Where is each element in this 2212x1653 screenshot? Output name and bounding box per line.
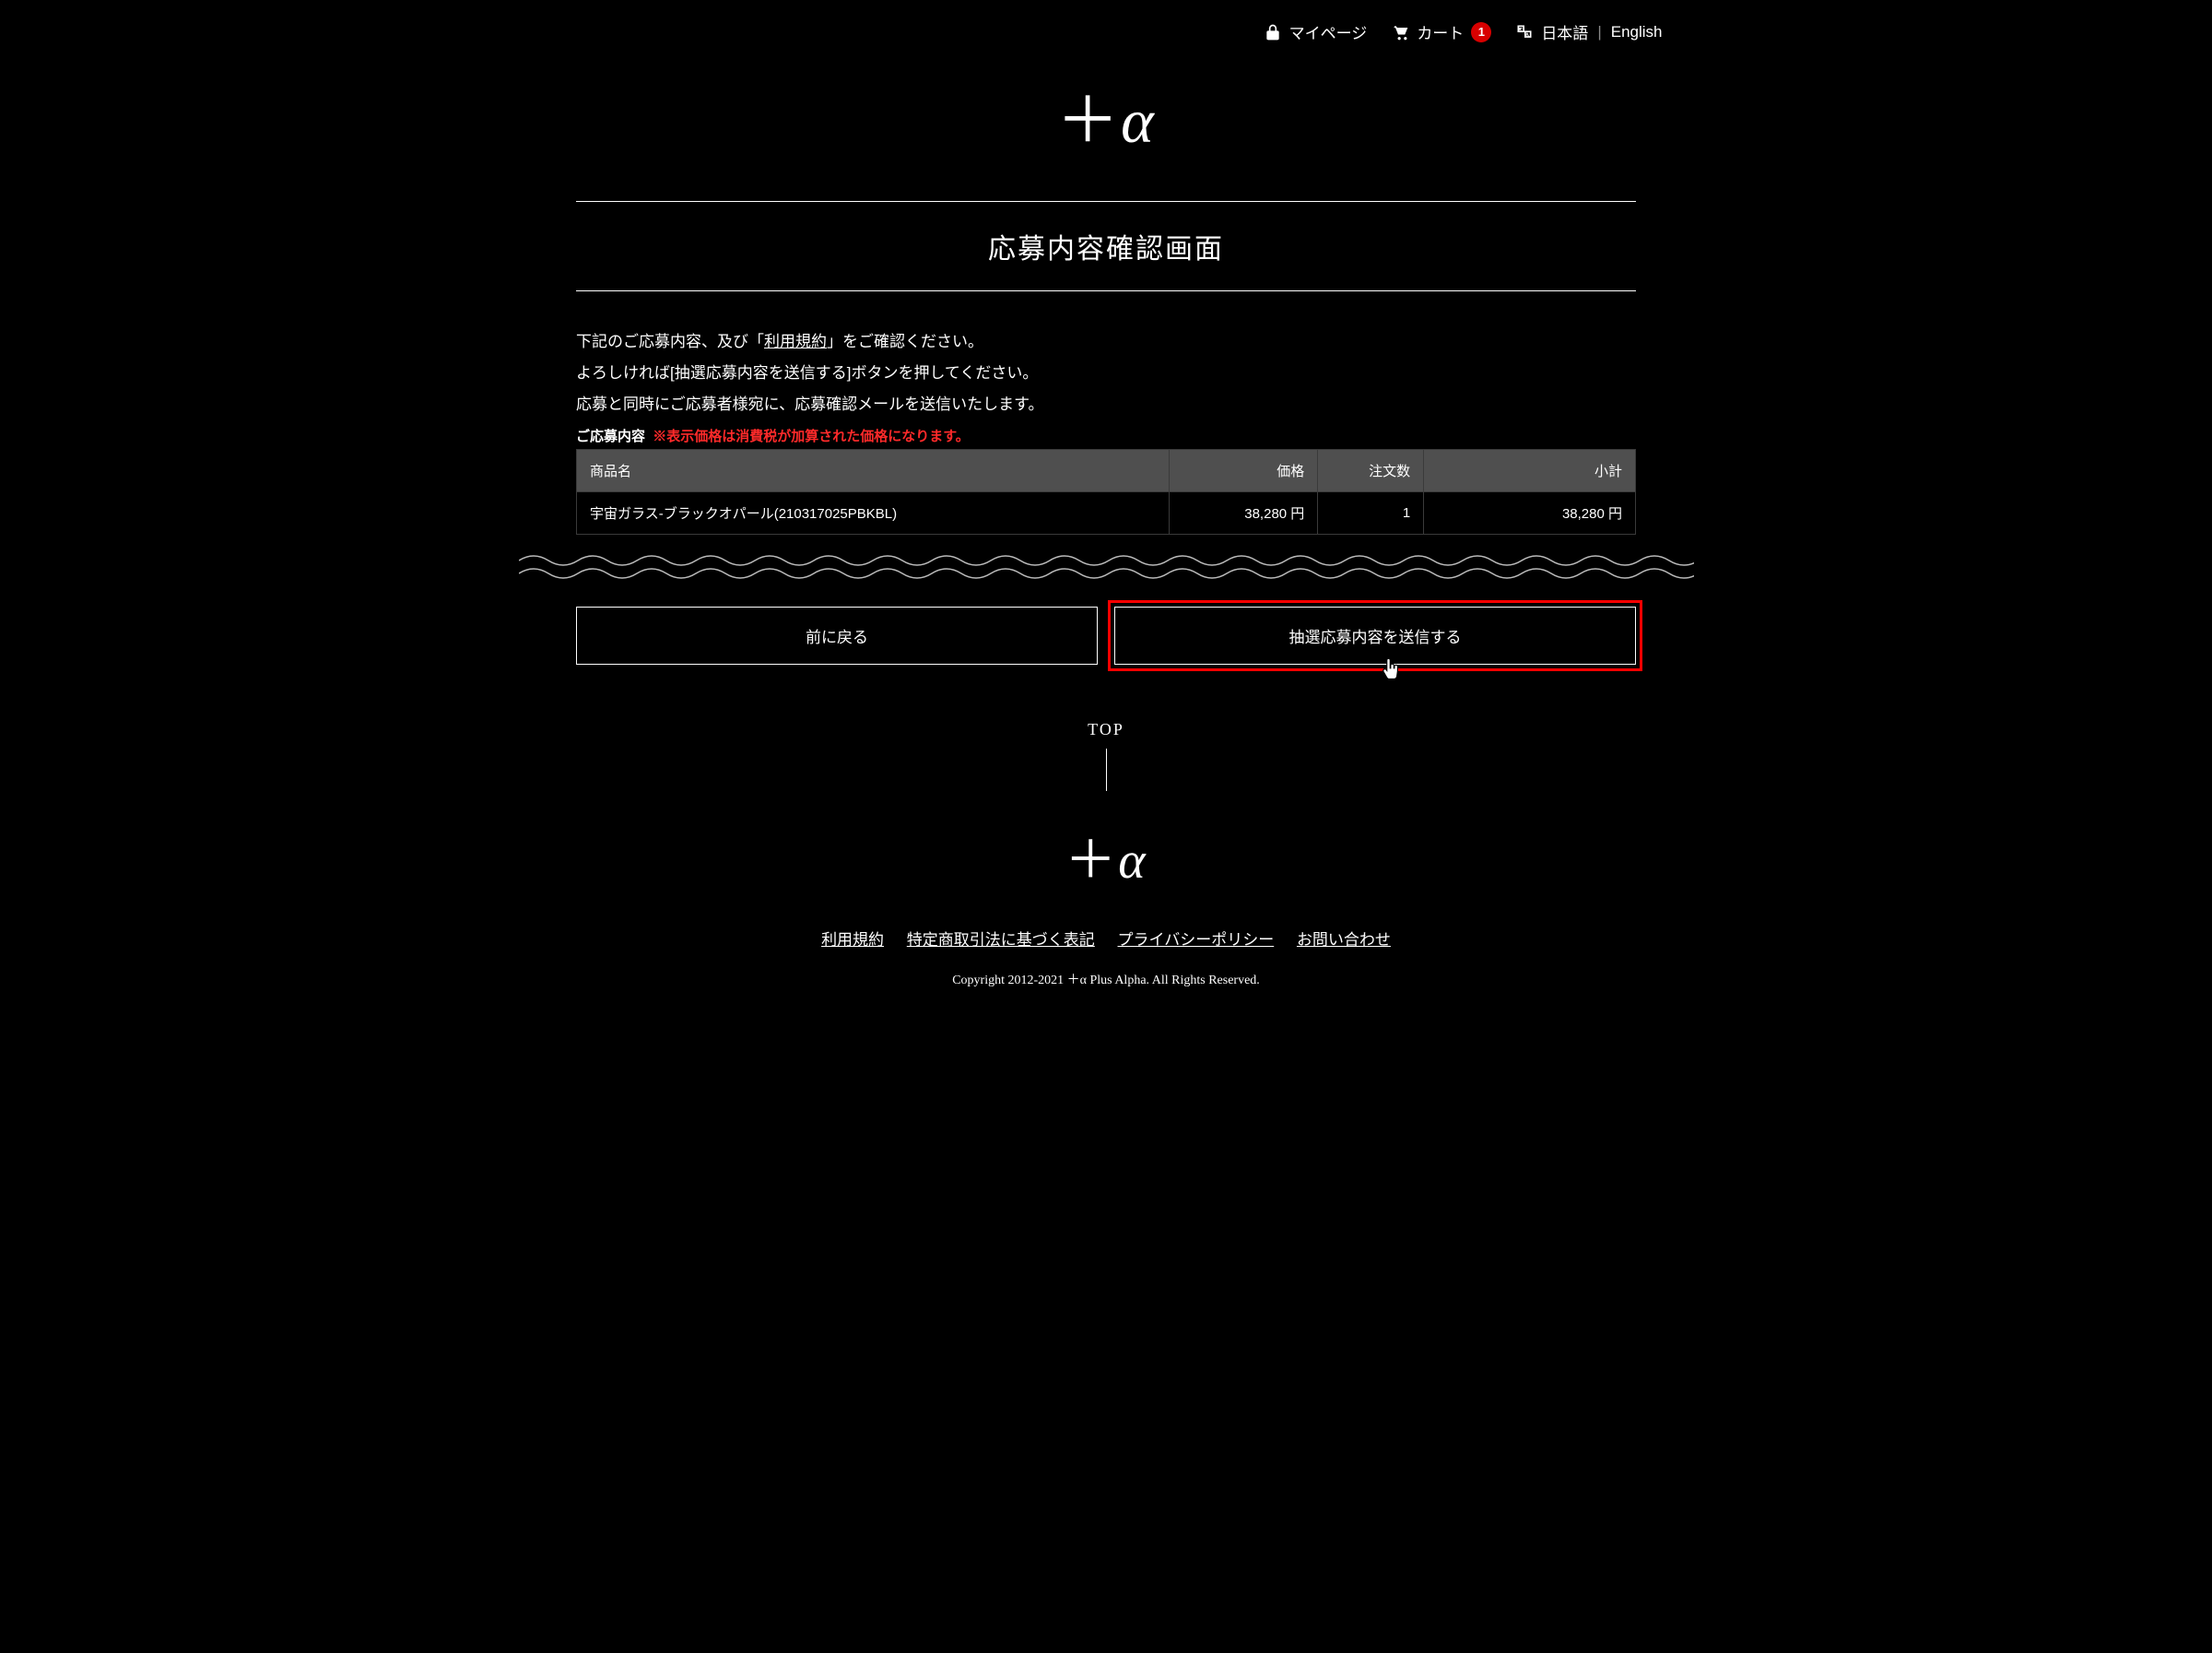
lock-icon	[1264, 23, 1282, 41]
lang-separator: |	[1597, 23, 1601, 41]
td-name: 宇宙ガラス-ブラックオパール(210317025PBKBL)	[577, 492, 1170, 535]
instruction-line-1: 下記のご応募内容、及び「利用規約」をご確認ください。	[576, 326, 1636, 358]
translate-icon	[1515, 23, 1534, 41]
header-logo-wrap: ＋α	[519, 69, 1694, 160]
terms-link-inline[interactable]: 利用規約	[764, 333, 827, 350]
instruction-line-2: よろしければ[抽選応募内容を送信する]ボタンを押してください。	[576, 358, 1636, 389]
td-price: 38,280 円	[1170, 492, 1318, 535]
footer-logo[interactable]: ＋α	[519, 819, 1694, 893]
cart-label: カート	[1417, 20, 1464, 43]
footer-vline	[1106, 749, 1107, 791]
language-switcher: 日本語 | English	[1515, 20, 1662, 43]
table-header-row: 商品名 価格 注文数 小計	[577, 450, 1636, 492]
page-title: 応募内容確認画面	[576, 202, 1636, 290]
mypage-label: マイページ	[1289, 20, 1368, 43]
button-row: 前に戻る 抽選応募内容を送信する	[576, 607, 1636, 665]
th-subtotal: 小計	[1424, 450, 1636, 492]
order-section-warning: ※表示価格は消費税が加算された価格になります。	[653, 429, 970, 444]
cart-link[interactable]: カート 1	[1391, 20, 1491, 43]
submit-button-label: 抽選応募内容を送信する	[1289, 629, 1462, 646]
footer-link-terms[interactable]: 利用規約	[821, 931, 884, 949]
order-section-header: ご応募内容 ※表示価格は消費税が加算された価格になります。	[576, 426, 1636, 445]
main-content: 応募内容確認画面 下記のご応募内容、及び「利用規約」をご確認ください。 よろしけ…	[576, 201, 1636, 535]
order-table: 商品名 価格 注文数 小計 宇宙ガラス-ブラックオパール(210317025PB…	[576, 449, 1636, 535]
footer-link-contact[interactable]: お問い合わせ	[1297, 931, 1391, 949]
footer-link-law[interactable]: 特定商取引法に基づく表記	[907, 931, 1095, 949]
wavy-divider	[519, 551, 1694, 583]
footer-links: 利用規約 特定商取引法に基づく表記 プライバシーポリシー お問い合わせ	[519, 927, 1694, 950]
footer-link-privacy[interactable]: プライバシーポリシー	[1118, 931, 1275, 949]
cart-icon	[1391, 23, 1409, 41]
th-price: 価格	[1170, 450, 1318, 492]
td-qty: 1	[1318, 492, 1424, 535]
cart-count-badge: 1	[1471, 22, 1491, 42]
lang-en-link[interactable]: English	[1611, 23, 1663, 41]
order-section-label: ご応募内容	[576, 429, 645, 444]
mypage-link[interactable]: マイページ	[1264, 20, 1368, 43]
copyright: Copyright 2012-2021 ＋α Plus Alpha. All R…	[519, 970, 1694, 988]
instruction-line-3: 応募と同時にご応募者様宛に、応募確認メールを送信いたします。	[576, 389, 1636, 420]
th-qty: 注文数	[1318, 450, 1424, 492]
instruction-line-1-pre: 下記のご応募内容、及び「	[576, 333, 764, 350]
lang-ja-link[interactable]: 日本語	[1541, 20, 1588, 43]
submit-button[interactable]: 抽選応募内容を送信する	[1114, 607, 1636, 665]
footer: TOP ＋α 利用規約 特定商取引法に基づく表記 プライバシーポリシー お問い合…	[519, 720, 1694, 1025]
back-to-top-link[interactable]: TOP	[519, 720, 1694, 739]
th-name: 商品名	[577, 450, 1170, 492]
instruction-line-1-post: 」をご確認ください。	[827, 333, 983, 350]
table-row: 宇宙ガラス-ブラックオパール(210317025PBKBL) 38,280 円 …	[577, 492, 1636, 535]
instructions: 下記のご応募内容、及び「利用規約」をご確認ください。 よろしければ[抽選応募内容…	[576, 326, 1636, 420]
cursor-hand-icon	[1379, 655, 1405, 688]
back-button[interactable]: 前に戻る	[576, 607, 1098, 665]
header-logo[interactable]: ＋α	[1056, 86, 1156, 156]
top-nav: マイページ カート 1 日本語 | English	[519, 0, 1694, 43]
td-subtotal: 38,280 円	[1424, 492, 1636, 535]
title-rule-bottom	[576, 290, 1636, 291]
